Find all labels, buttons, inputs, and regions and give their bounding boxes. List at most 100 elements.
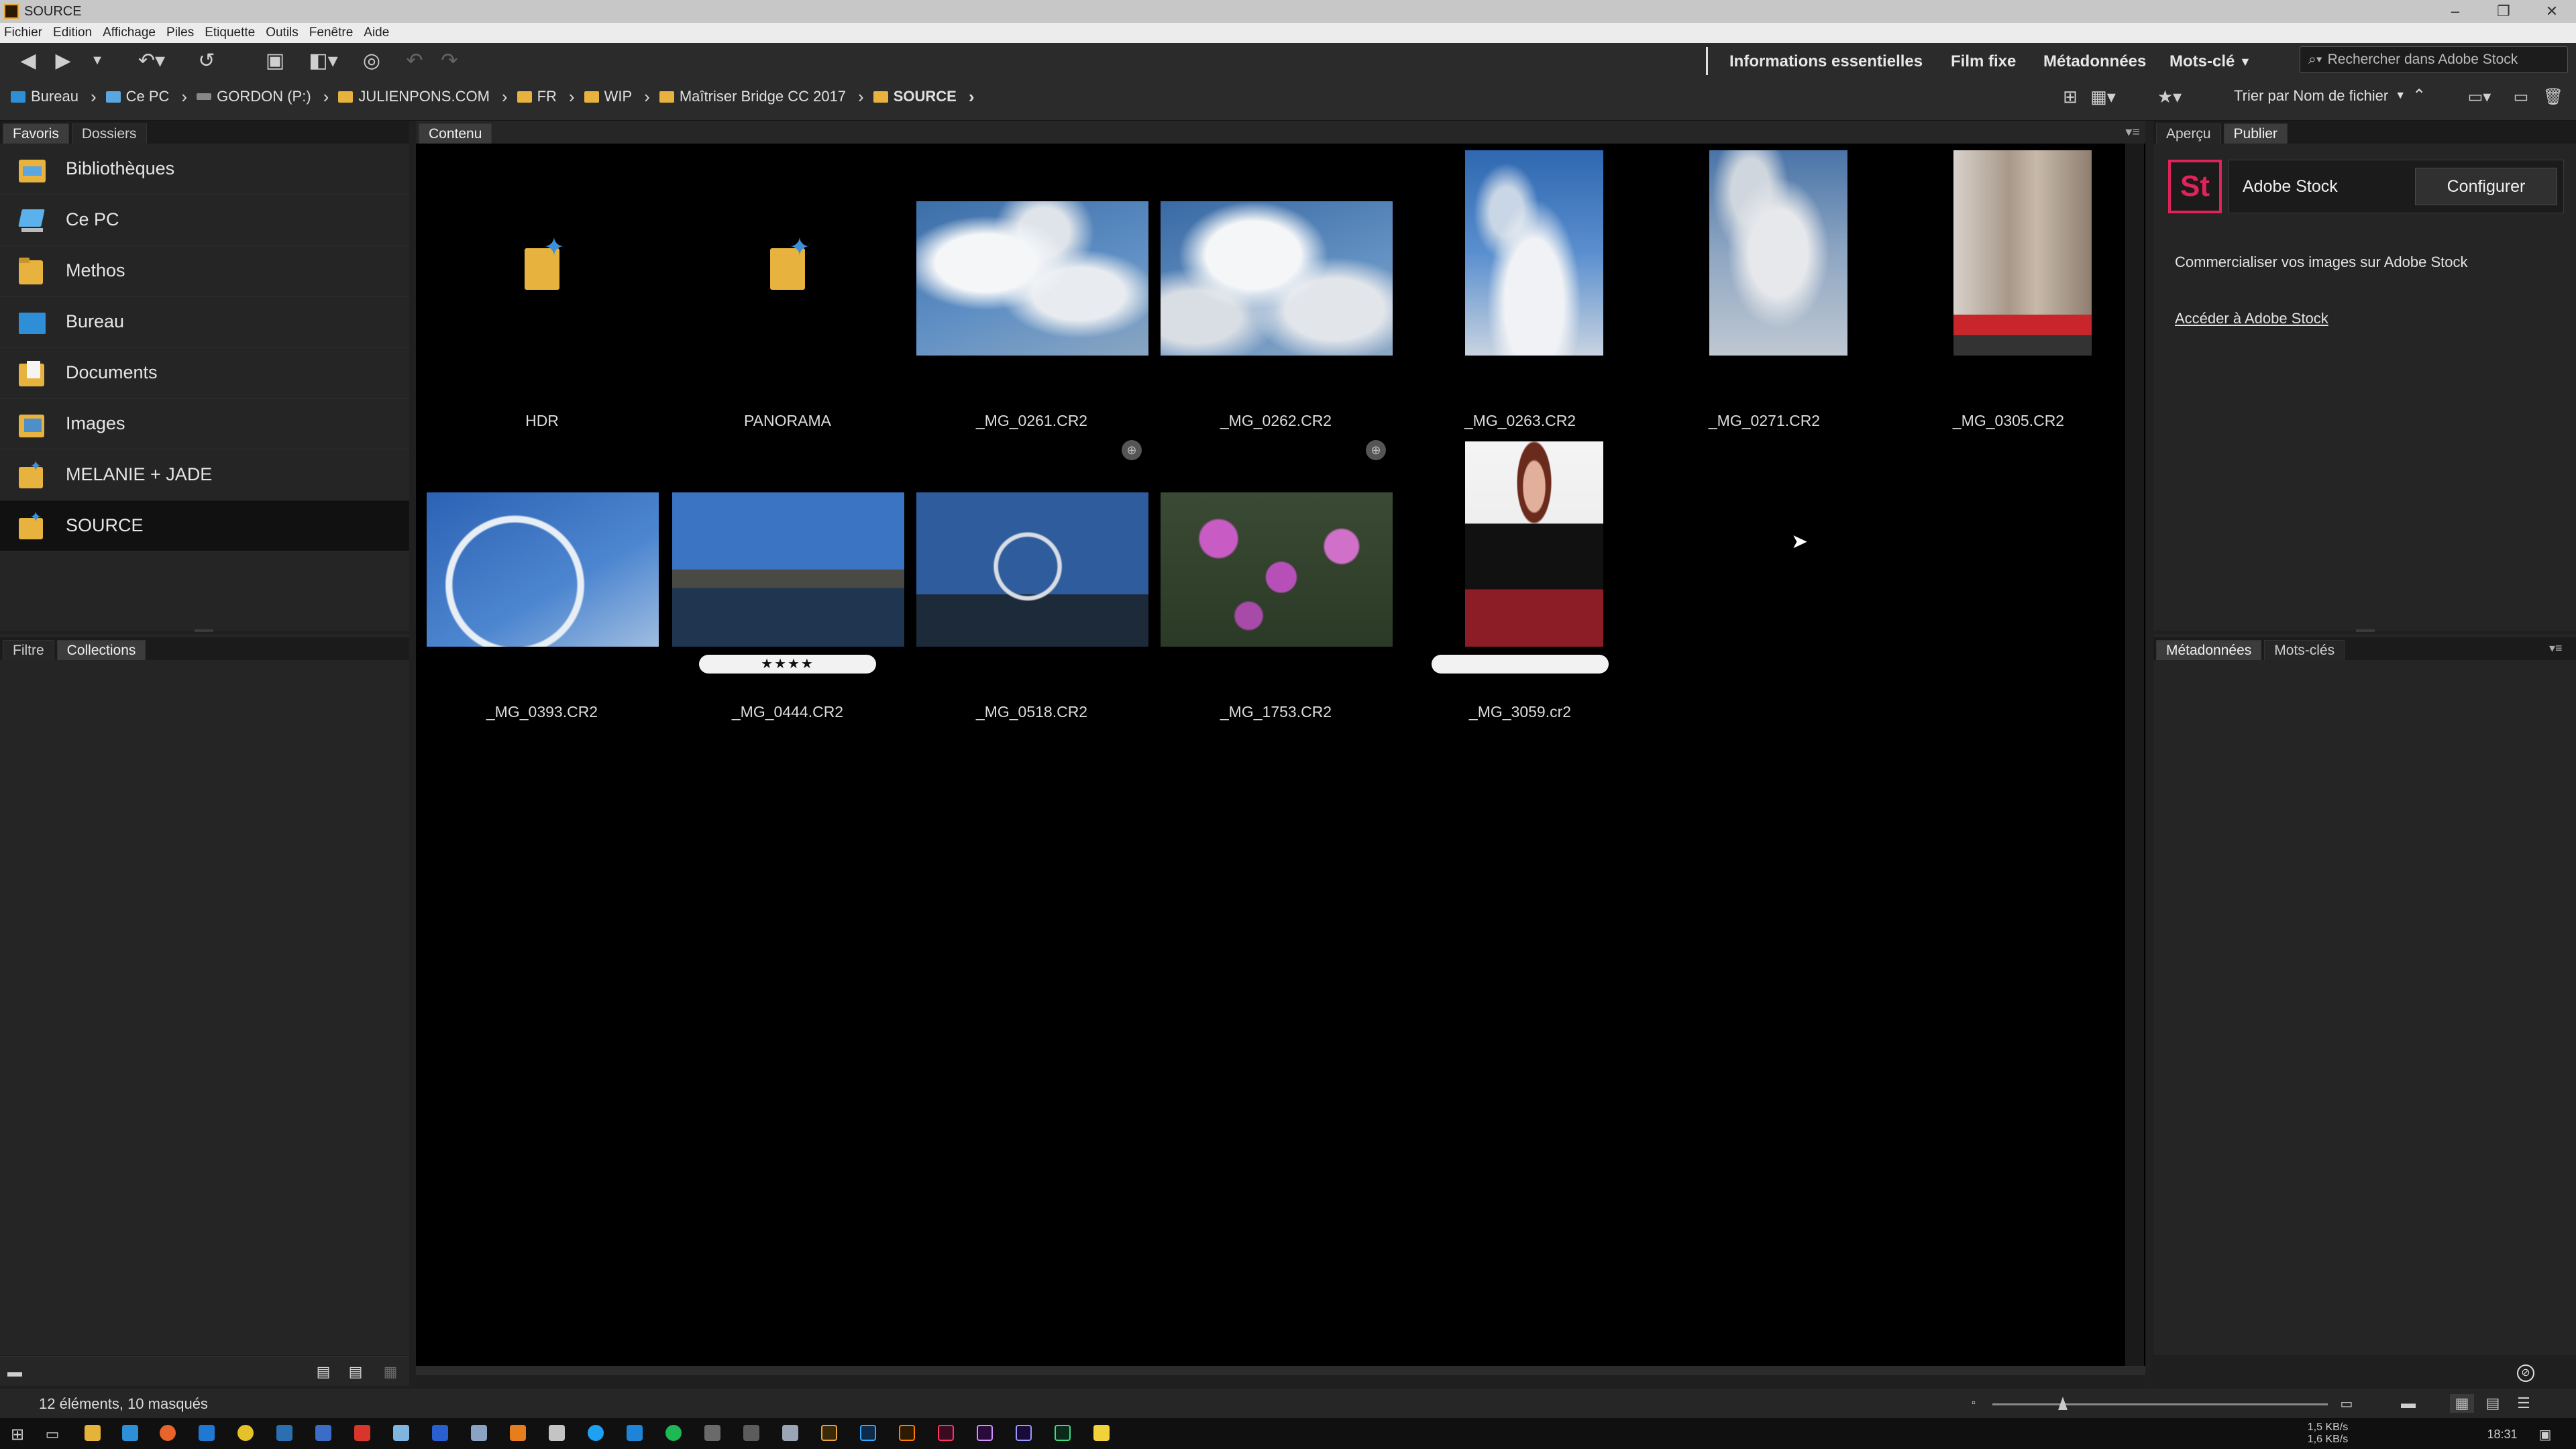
breadcrumb-julienpons[interactable]: JULIENPONS.COM › — [338, 87, 508, 107]
thumbnail-cell[interactable]: _MG_3059.cr2 — [1398, 439, 1642, 727]
menu-piles[interactable]: Piles — [166, 25, 194, 40]
skype-icon[interactable] — [588, 1425, 604, 1441]
app-icon[interactable] — [276, 1425, 292, 1441]
sidebar-item-documents[interactable]: Documents — [0, 347, 409, 398]
new-collection-icon[interactable]: ▤ — [343, 1361, 368, 1383]
thumbnail-cell[interactable]: _MG_0393.CR2 — [420, 439, 664, 727]
right-splitter[interactable] — [2145, 121, 2153, 1389]
workspace-essentials[interactable]: Informations essentielles — [1729, 50, 1923, 74]
thumbnail-cell[interactable]: _MG_0305.CR2 — [1886, 148, 2131, 436]
star-rating[interactable] — [1432, 655, 1609, 674]
thumbnail-cell[interactable]: _MG_0263.CR2 — [1398, 148, 1642, 436]
thumbnail-cell[interactable]: PANORAMA — [665, 148, 910, 436]
menu-edition[interactable]: Edition — [53, 25, 92, 40]
chevron-right-icon[interactable]: › — [91, 87, 97, 107]
workspace-keywords[interactable]: Mots-clé ▼ — [2169, 50, 2251, 74]
list-view-icon[interactable]: ☰ — [2512, 1394, 2536, 1413]
forward-arrow-icon[interactable]: ▶ — [50, 46, 76, 75]
grid-view-icon[interactable]: ⊞ — [2058, 85, 2082, 109]
firefox-icon[interactable] — [160, 1425, 176, 1441]
breadcrumb-source[interactable]: SOURCE › — [873, 87, 975, 107]
thumbnail-cell[interactable]: _MG_0261.CR2 — [910, 148, 1154, 436]
chevron-right-icon[interactable]: › — [181, 87, 187, 107]
panel-menu-icon[interactable]: ▾≡ — [2125, 123, 2140, 140]
thumbnail-cell[interactable]: ★★★★ _MG_0444.CR2 — [665, 439, 910, 727]
menu-outils[interactable]: Outils — [266, 25, 299, 40]
thumbnail-cell[interactable]: HDR — [420, 148, 664, 436]
tab-publier[interactable]: Publier — [2223, 123, 2288, 144]
close-button[interactable]: ✕ — [2528, 0, 2576, 23]
chevron-right-icon[interactable]: › — [644, 87, 650, 107]
thumbnail-cell[interactable]: _MG_1753.CR2 — [1154, 439, 1398, 727]
search-input[interactable]: ⌕▾ Rechercher dans Adobe Stock — [2300, 46, 2568, 73]
illustrator-icon[interactable] — [899, 1425, 915, 1441]
breadcrumb-ce-pc[interactable]: Ce PC › — [105, 87, 187, 107]
app-icon[interactable] — [471, 1425, 487, 1441]
animate-icon[interactable] — [1055, 1425, 1071, 1441]
sidebar-item-source[interactable]: SOURCE — [0, 500, 409, 551]
zoom-out-icon[interactable]: ▫ — [1966, 1395, 1982, 1411]
app-icon[interactable] — [782, 1425, 798, 1441]
workspace-metadata[interactable]: Métadonnées — [2043, 50, 2146, 74]
open-recent-folder-icon[interactable]: ▭▾ — [2459, 85, 2500, 109]
restore-button[interactable]: ❐ — [2479, 0, 2528, 23]
camera-import-icon[interactable]: ▣ — [259, 46, 291, 75]
thumbnail-cell[interactable]: _MG_0262.CR2 — [1154, 148, 1398, 436]
rotate-right-icon[interactable]: ↷ — [436, 46, 463, 75]
tab-collections[interactable]: Collections — [56, 640, 146, 660]
star-rating[interactable]: ★★★★ — [699, 655, 876, 674]
after-effects-icon[interactable] — [977, 1425, 993, 1441]
notification-icon[interactable]: ▣ — [2536, 1425, 2555, 1444]
tab-dossiers[interactable]: Dossiers — [71, 123, 147, 144]
clock[interactable]: 18:31 — [2482, 1425, 2522, 1444]
sidebar-item-melanie-jade[interactable]: MELANIE + JADE — [0, 449, 409, 500]
open-in-camera-raw-icon[interactable]: ◎ — [357, 46, 386, 75]
chrome-icon[interactable] — [237, 1425, 254, 1441]
sidebar-item-images[interactable]: Images — [0, 398, 409, 449]
tab-contenu[interactable]: Contenu — [419, 123, 492, 144]
sidebar-item-ce-pc[interactable]: Ce PC — [0, 195, 409, 246]
calculator-icon[interactable] — [549, 1425, 565, 1441]
app-icon[interactable] — [315, 1425, 331, 1441]
app-icon[interactable] — [627, 1425, 643, 1441]
app-icon[interactable] — [704, 1425, 720, 1441]
menu-fenetre[interactable]: Fenêtre — [309, 25, 353, 40]
minimize-button[interactable]: – — [2431, 0, 2479, 23]
chevron-right-icon[interactable]: › — [502, 87, 508, 107]
tab-favoris[interactable]: Favoris — [3, 123, 69, 144]
star-filter-icon[interactable]: ★▾ — [2148, 85, 2191, 109]
recent-files-icon[interactable]: ↶▾ — [131, 46, 172, 75]
panel-resize-handle[interactable] — [2356, 629, 2375, 632]
windows-start-icon[interactable]: ⊞ — [8, 1425, 27, 1444]
new-smart-collection-icon[interactable]: ▤ — [311, 1361, 335, 1383]
panel-menu-icon[interactable]: ▾≡ — [2549, 641, 2563, 655]
menu-fichier[interactable]: Fichier — [4, 25, 42, 40]
chevron-right-icon[interactable]: › — [969, 87, 975, 107]
vertical-scrollbar[interactable] — [2125, 144, 2144, 1366]
thumbnail-cell[interactable]: _MG_0271.CR2 — [1642, 148, 1886, 436]
mail-icon[interactable] — [122, 1425, 138, 1441]
no-entry-icon[interactable]: ⊘ — [2517, 1364, 2534, 1382]
teamviewer-icon[interactable] — [432, 1425, 448, 1441]
details-view-icon[interactable]: ▤ — [2481, 1394, 2505, 1413]
photoshop-icon[interactable] — [860, 1425, 876, 1441]
premiere-icon[interactable] — [1016, 1425, 1032, 1441]
sort-control[interactable]: Trier par Nom de fichier ▼ ⌃ — [2234, 86, 2426, 105]
breadcrumb-maitriser-bridge[interactable]: Maîtriser Bridge CC 2017 › — [659, 87, 864, 107]
delete-collection-icon[interactable]: ▦ — [380, 1361, 401, 1383]
sort-ascending-icon[interactable]: ⌃ — [2412, 86, 2426, 105]
menu-etiquette[interactable]: Etiquette — [205, 25, 255, 40]
edge-icon[interactable] — [199, 1425, 215, 1441]
breadcrumb-wip[interactable]: WIP › — [584, 87, 650, 107]
lock-thumbnail-grid-icon[interactable]: ▬ — [2396, 1394, 2420, 1413]
breadcrumb-gordon[interactable]: GORDON (P:) › — [197, 87, 329, 107]
sidebar-item-bureau[interactable]: Bureau — [0, 297, 409, 347]
chevron-right-icon[interactable]: › — [323, 87, 329, 107]
new-folder-icon[interactable]: ▭ — [2509, 85, 2533, 109]
chevron-right-icon[interactable]: › — [858, 87, 864, 107]
sidebar-item-bibliotheques[interactable]: Bibliothèques — [0, 144, 409, 195]
adobe-stock-link[interactable]: Accéder à Adobe Stock — [2175, 310, 2328, 327]
menu-affichage[interactable]: Affichage — [103, 25, 156, 40]
vlc-icon[interactable] — [510, 1425, 526, 1441]
breadcrumb-fr[interactable]: FR › — [517, 87, 575, 107]
